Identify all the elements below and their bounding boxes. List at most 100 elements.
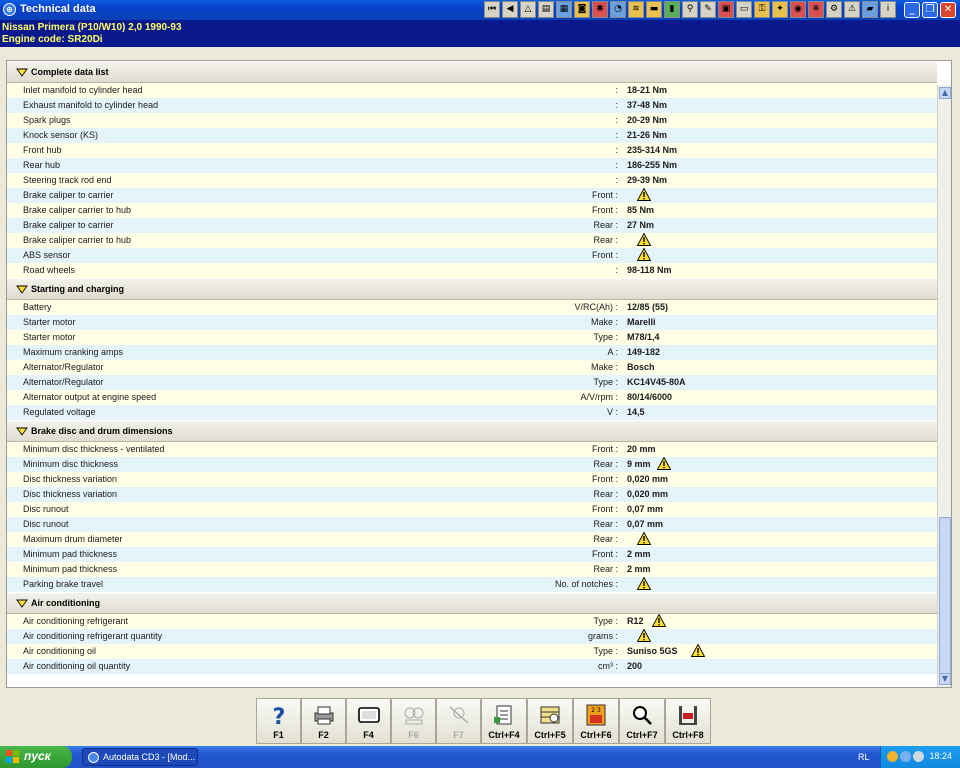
car-icon[interactable]: ▰ xyxy=(862,1,878,18)
table-row[interactable]: Road wheels:98-118 Nm xyxy=(7,263,937,278)
fkey-ctrl-f6[interactable]: 2 3 Ctrl+F6 xyxy=(573,698,619,744)
warning-icon[interactable] xyxy=(637,629,651,642)
table-row[interactable]: Minimum disc thickness - ventilated Front… xyxy=(7,442,937,457)
fkey-ctrl-f8[interactable]: Ctrl+F8 xyxy=(665,698,711,744)
table-row[interactable]: Maximum drum diameter Rear : xyxy=(7,532,937,547)
info-icon[interactable]: i xyxy=(880,1,896,18)
table-row[interactable]: Maximum cranking amps A : 149-182 xyxy=(7,345,937,360)
section-header[interactable]: Starting and charging xyxy=(7,278,937,300)
row-qualifier: Front : xyxy=(591,250,618,260)
warning-icon[interactable] xyxy=(651,614,666,627)
warning-icon[interactable] xyxy=(657,457,672,470)
first-page-icon[interactable]: ⏮ xyxy=(484,1,500,18)
fkey-f2[interactable]: F2 xyxy=(301,698,346,744)
fkey-f1[interactable]: ? F1 xyxy=(256,698,301,744)
row-qualifier: Front : xyxy=(591,549,618,559)
table-row[interactable]: Air conditioning refrigerant quantity gra… xyxy=(7,629,937,644)
fkey-f4[interactable]: F4 xyxy=(346,698,391,744)
warning-icon[interactable] xyxy=(637,577,651,590)
airbag-icon[interactable]: ◉ xyxy=(790,1,806,18)
tray-icon-2[interactable] xyxy=(900,751,911,762)
alert-icon[interactable]: ⚠ xyxy=(844,1,860,18)
scroll-down-icon[interactable]: ▼ xyxy=(939,673,951,685)
table-row[interactable]: Air conditioning refrigerant Type : R12 xyxy=(7,614,937,629)
table-row[interactable]: ABS sensor Front : xyxy=(7,248,937,263)
diagnostics-icon[interactable]: ▦ xyxy=(556,1,572,18)
table-row[interactable]: Brake caliper carrier to hub Front : 85 Nm xyxy=(7,203,937,218)
warning-icon[interactable] xyxy=(637,248,651,261)
section-header[interactable]: Complete data list xyxy=(7,61,937,83)
repair-icon[interactable]: ✎ xyxy=(700,1,716,18)
blank-icon[interactable]: ▭ xyxy=(736,1,752,18)
minimize-button[interactable]: _ xyxy=(904,2,920,18)
table-row[interactable]: Minimum pad thickness Rear : 2 mm xyxy=(7,562,937,577)
table-row[interactable]: Rear hub:186-255 Nm xyxy=(7,158,937,173)
table-row[interactable]: Disc runout Rear : 0,07 mm xyxy=(7,517,937,532)
section-header[interactable]: Brake disc and drum dimensions xyxy=(7,420,937,442)
service-icon[interactable]: ▮ xyxy=(664,1,680,18)
back-icon[interactable]: ◀ xyxy=(502,1,518,18)
table-row[interactable]: Knock sensor (KS):21-26 Nm xyxy=(7,128,937,143)
table-row[interactable]: Brake caliper carrier to hub Rear : xyxy=(7,233,937,248)
climate-icon[interactable]: ❄ xyxy=(808,1,824,18)
fkey-f6[interactable]: F6 xyxy=(391,698,436,744)
scroll-thumb[interactable] xyxy=(939,517,951,677)
fkey-ctrl-f4[interactable]: Ctrl+F4 xyxy=(481,698,527,744)
table-row[interactable]: Front hub:235-314 Nm xyxy=(7,143,937,158)
table-row[interactable]: Minimum disc thickness Rear : 9 mm xyxy=(7,457,937,472)
document-icon[interactable]: ▤ xyxy=(538,1,554,18)
table-row[interactable]: Starter motor Make : Marelli xyxy=(7,315,937,330)
table-row[interactable]: Air conditioning oil quantity cm³ : 200 xyxy=(7,659,937,674)
close-button[interactable]: ✕ xyxy=(940,2,956,18)
table-row[interactable]: Spark plugs:20-29 Nm xyxy=(7,113,937,128)
section-chevron-icon xyxy=(16,285,28,294)
fkey-f7[interactable]: F7 xyxy=(436,698,481,744)
start-button[interactable]: пуск xyxy=(0,746,72,768)
ignition-icon[interactable]: ✱ xyxy=(592,1,608,18)
table-row[interactable]: Battery V/RC(Ah) : 12/85 (55) xyxy=(7,300,937,315)
lightbulb-icon[interactable]: ✦ xyxy=(772,1,788,18)
tray-icon-1[interactable] xyxy=(887,751,898,762)
table-row[interactable]: Minimum pad thickness Front : 2 mm xyxy=(7,547,937,562)
language-indicator[interactable]: RL xyxy=(858,752,870,762)
section-header[interactable]: Air conditioning xyxy=(7,592,937,614)
title-bar[interactable]: ⊕ Technical data ⏮ ◀ △ ▤ ▦ ◙ ✱ ◔ ≋ ▬ ▮ ⚲… xyxy=(0,0,960,20)
table-row[interactable]: Inlet manifold to cylinder head:18-21 Nm xyxy=(7,83,937,98)
engine-icon[interactable]: ◙ xyxy=(574,1,590,18)
table-row[interactable]: Air conditioning oil Type : Suniso 5GS xyxy=(7,644,937,659)
table-row[interactable]: Brake caliper to carrier Front : xyxy=(7,188,937,203)
key-icon[interactable]: ⚿ xyxy=(754,1,770,18)
fkey-ctrl-f7[interactable]: Ctrl+F7 xyxy=(619,698,665,744)
timing-belt-icon[interactable]: ▬ xyxy=(646,1,662,18)
table-row[interactable]: Alternator output at engine speed A/V/rpm… xyxy=(7,390,937,405)
warning-icon[interactable] xyxy=(637,233,651,246)
table-row[interactable]: Disc thickness variation Front : 0,020 mm xyxy=(7,472,937,487)
fkey-ctrl-f5[interactable]: Ctrl+F5 xyxy=(527,698,573,744)
warning-icon[interactable] xyxy=(691,644,705,657)
row-label: Disc runout xyxy=(23,504,69,514)
table-row[interactable]: Regulated voltage V : 14,5 xyxy=(7,405,937,420)
table-row[interactable]: Brake caliper to carrier Rear : 27 Nm xyxy=(7,218,937,233)
scroll-up-icon[interactable]: ▲ xyxy=(939,87,951,99)
table-row[interactable]: Alternator/Regulator Make : Bosch xyxy=(7,360,937,375)
table-row[interactable]: Parking brake travel No. of notches : xyxy=(7,577,937,592)
table-row[interactable]: Starter motor Type : M78/1,4 xyxy=(7,330,937,345)
gear-icon[interactable]: ⚙ xyxy=(826,1,842,18)
table-row[interactable]: Steering track rod end:29-39 Nm xyxy=(7,173,937,188)
table-row[interactable]: Disc runout Front : 0,07 mm xyxy=(7,502,937,517)
table-row[interactable]: Exhaust manifold to cylinder head:37-48 … xyxy=(7,98,937,113)
warning-icon[interactable] xyxy=(637,188,651,201)
lubricant-icon[interactable]: ⚲ xyxy=(682,1,698,18)
volume-icon[interactable] xyxy=(913,751,924,762)
warning-icon[interactable] xyxy=(637,532,651,545)
wiring-icon[interactable]: ≋ xyxy=(628,1,644,18)
app-icon[interactable]: ⊕ xyxy=(3,3,16,16)
brake-icon[interactable]: ▣ xyxy=(718,1,734,18)
taskbar-item-autodata[interactable]: Autodata CD3 - [Mod... xyxy=(82,748,198,766)
maximize-button[interactable]: ❐ xyxy=(922,2,938,18)
table-row[interactable]: Disc thickness variation Rear : 0,020 mm xyxy=(7,487,937,502)
vertical-scrollbar[interactable]: ▲ ▼ xyxy=(937,85,951,687)
gauge-icon[interactable]: ◔ xyxy=(610,1,626,18)
warning-toolbar-icon[interactable]: △ xyxy=(520,1,536,18)
table-row[interactable]: Alternator/Regulator Type : KC14V45-80A xyxy=(7,375,937,390)
